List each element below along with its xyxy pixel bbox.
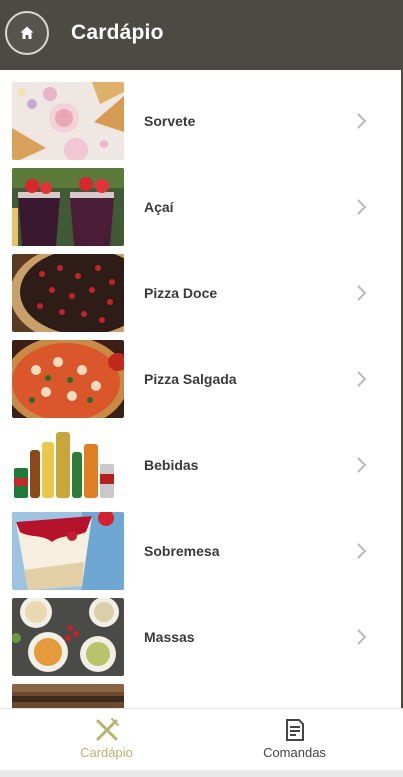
pasta-photo <box>12 598 124 676</box>
page-title: Cardápio <box>71 21 164 44</box>
home-button[interactable] <box>5 11 49 55</box>
dessert-photo <box>12 512 124 590</box>
app-header: Cardápio <box>0 0 403 70</box>
menu-item-pizza-doce[interactable]: Pizza Doce <box>0 242 401 332</box>
menu-item-label: Bebidas <box>144 457 199 473</box>
menu-item-bebidas[interactable]: Bebidas <box>0 414 401 504</box>
menu-item-sobremesa[interactable]: Sobremesa <box>0 500 401 590</box>
menu-item-label: Pizza Doce <box>144 285 218 301</box>
next-item-photo <box>12 684 124 708</box>
fork-knife-icon <box>94 717 120 743</box>
menu-item-acai[interactable]: Açaí <box>0 156 401 246</box>
nav-comandas-label: Comandas <box>263 745 326 760</box>
menu-item-massas[interactable]: Massas <box>0 586 401 676</box>
menu-item-label: Massas <box>144 629 195 645</box>
chevron-right-icon <box>354 627 368 647</box>
bottom-navigation: Cardápio Comandas <box>0 708 403 770</box>
chevron-right-icon <box>354 283 368 303</box>
menu-item-pizza-salgada[interactable]: Pizza Salgada <box>0 328 401 418</box>
receipt-icon <box>282 717 308 743</box>
menu-item-label: Sorvete <box>144 113 196 129</box>
home-icon <box>20 26 34 39</box>
chevron-right-icon <box>354 541 368 561</box>
menu-item-label: Açaí <box>144 199 174 215</box>
ice-cream-photo <box>12 82 124 160</box>
chevron-right-icon <box>354 111 368 131</box>
chevron-right-icon <box>354 369 368 389</box>
sweet-pizza-photo <box>12 254 124 332</box>
menu-item-sorvete[interactable]: Sorvete <box>0 70 401 160</box>
menu-item-label: Sobremesa <box>144 543 220 559</box>
drinks-photo <box>12 426 124 504</box>
savory-pizza-photo <box>12 340 124 418</box>
system-bar <box>0 770 403 777</box>
menu-item-label: Pizza Salgada <box>144 371 237 387</box>
acai-photo <box>12 168 124 246</box>
chevron-right-icon <box>354 197 368 217</box>
nav-cardapio[interactable]: Cardápio <box>6 709 207 771</box>
menu-item-partial[interactable] <box>0 672 401 708</box>
nav-cardapio-label: Cardápio <box>80 745 133 760</box>
nav-comandas[interactable]: Comandas <box>194 709 395 771</box>
menu-list: Sorvete Açaí Pizza Doce Pizza Salgada Be… <box>0 70 401 708</box>
chevron-right-icon <box>354 455 368 475</box>
